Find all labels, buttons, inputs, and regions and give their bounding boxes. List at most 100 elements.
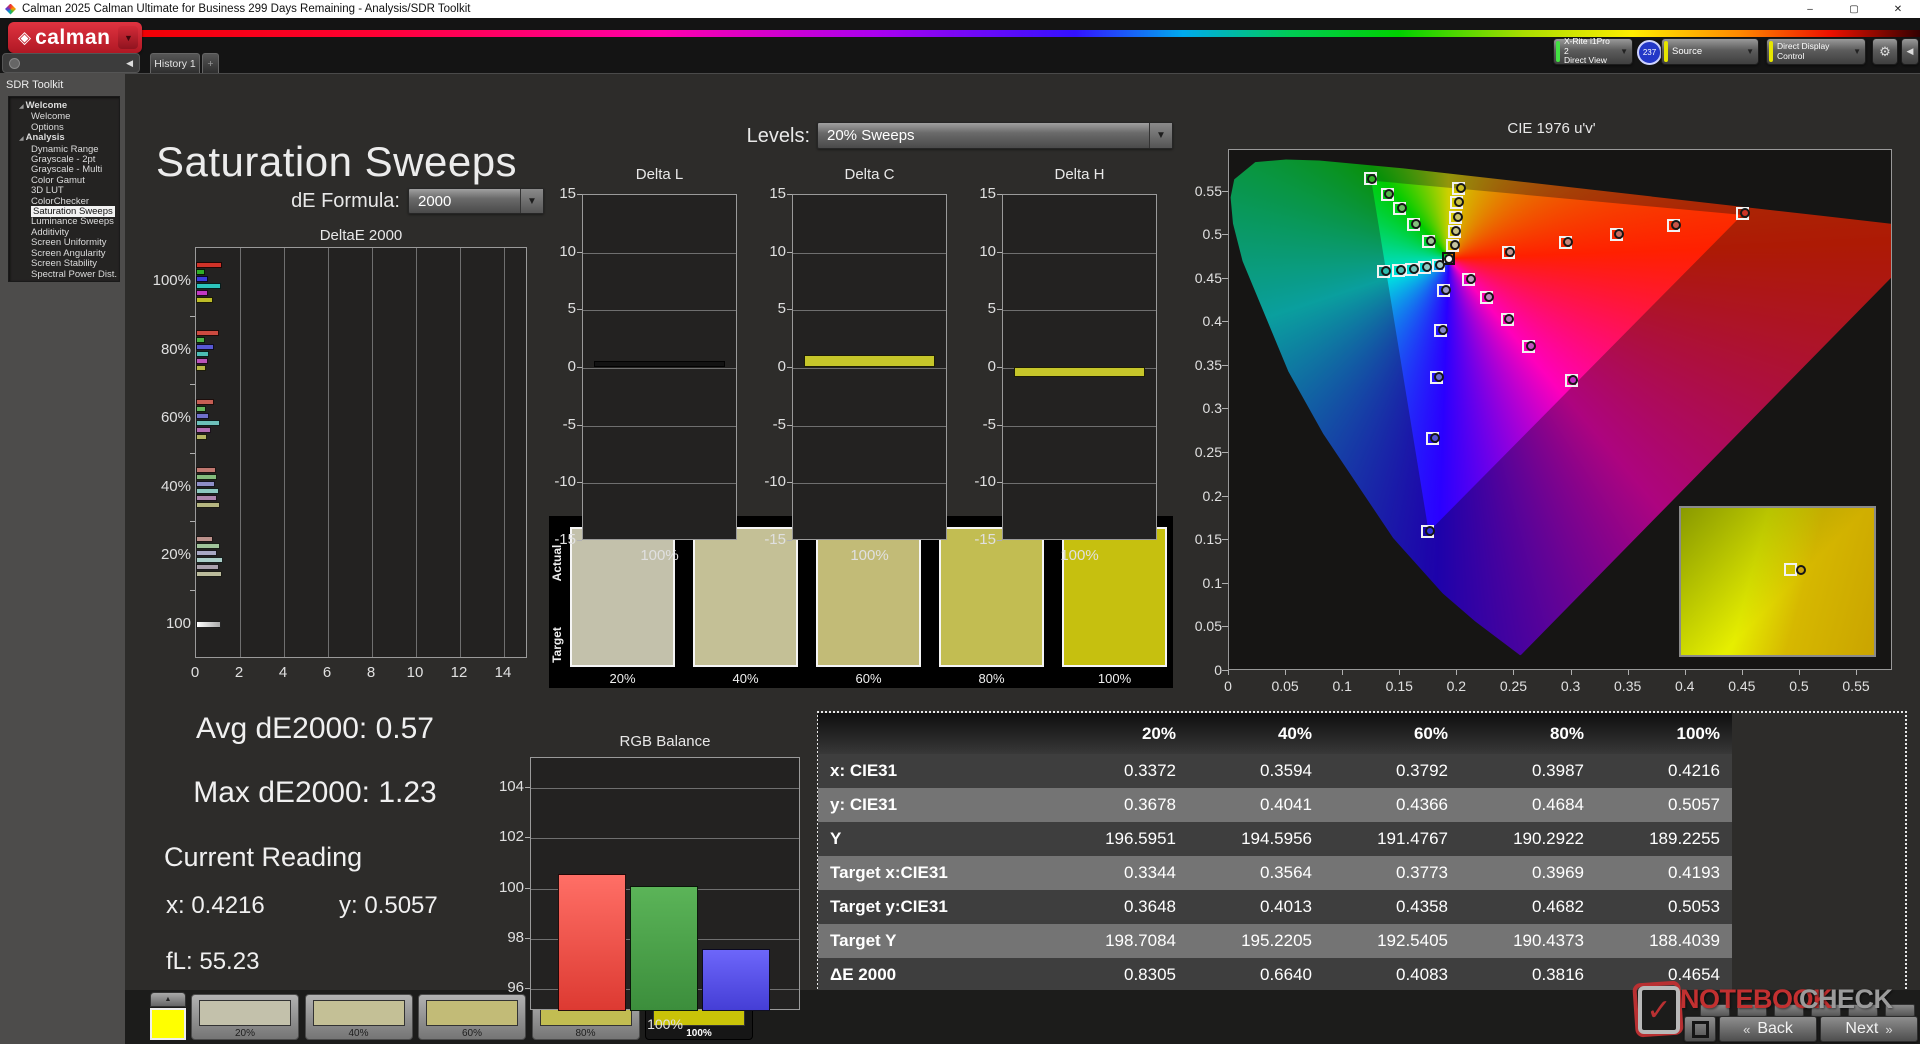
delta_l-title: Delta L: [635, 166, 684, 183]
cie-x-tick: 0.15: [1385, 678, 1413, 694]
add-tab-button[interactable]: +: [202, 53, 219, 73]
settings-button[interactable]: ⚙: [1872, 38, 1898, 65]
y-tick-label: 15: [769, 185, 786, 202]
sidebar-item-label: 3D LUT: [31, 185, 64, 197]
cell-value: 192.5405: [1377, 931, 1448, 950]
collapse-panel-button[interactable]: ◀: [1901, 38, 1919, 65]
cie-measure-red-4: [1671, 219, 1682, 230]
gridline: [583, 425, 736, 427]
table-row: Target x:CIE31 0.3344 0.3564 0.3773 0.3969 0.…: [818, 856, 1732, 890]
y-tick: [577, 251, 582, 253]
cell-value: 0.3372: [1124, 761, 1176, 780]
collapse-arrow-icon[interactable]: ◢: [19, 136, 24, 142]
cie-measure-magenta-1: [1465, 273, 1476, 284]
y-tick-label: -15: [764, 531, 786, 548]
cie-measure-yellow-5: [1455, 182, 1466, 193]
cie-y-tickmark: [1222, 234, 1228, 236]
cie-y-tickmark: [1222, 582, 1228, 584]
reading-y: y: 0.5057: [339, 892, 438, 919]
sidebar-item-label: Options: [31, 121, 64, 133]
deltae-bar-100%-2: [196, 275, 209, 282]
cie-y-tickmark: [1222, 321, 1228, 323]
swatch-label-20%: 20%: [609, 671, 636, 686]
swatch-label-60%: 60%: [855, 671, 882, 686]
y-tick: [577, 194, 582, 195]
cie-x-tick: 0.35: [1614, 678, 1642, 694]
cie-measure-magenta-2: [1483, 292, 1494, 303]
stop-button[interactable]: [1684, 1016, 1716, 1042]
cie-y-tick: 0.1: [1202, 574, 1222, 591]
layout-capsule[interactable]: ◀: [2, 53, 140, 73]
source-button[interactable]: Source ▼: [1661, 38, 1759, 65]
row-label: Target y:CIE31: [830, 897, 948, 916]
chevron-left-icon[interactable]: ◀: [126, 58, 133, 69]
sidebar-item-color-gamut[interactable]: Color Gamut: [9, 175, 119, 186]
deltae-bar-100%-5: [196, 296, 213, 303]
delta_l-bar: [594, 360, 725, 367]
cie-x-tickmark: [1798, 670, 1800, 675]
gridline: [531, 838, 799, 840]
next-button[interactable]: Next»: [1820, 1016, 1918, 1042]
gridline: [460, 248, 461, 657]
actual-row-label: Actual: [550, 544, 564, 582]
sidebar-item-welcome[interactable]: Welcome: [9, 112, 119, 122]
results-table: 20% 40% 60% 80% 100% x: CIE31 0.3372 0.3594 0.37…: [818, 713, 1732, 1026]
level-button-60%[interactable]: 60%: [418, 994, 526, 1040]
cie-x-tick: 0: [1224, 678, 1232, 694]
tab-history-1[interactable]: History 1: [150, 53, 200, 73]
y-tick: [787, 367, 792, 368]
meter-button[interactable]: X-Rite i1Pro 2 Direct View ▼: [1553, 37, 1633, 65]
collapse-arrow-icon[interactable]: ◢: [19, 104, 24, 110]
maximize-button[interactable]: ▢: [1832, 0, 1876, 18]
close-button[interactable]: ✕: [1876, 0, 1920, 18]
y-tick: [997, 367, 1002, 368]
cie-y-tickmark: [1222, 670, 1228, 671]
sidebar-item-label: Additivity: [31, 226, 70, 238]
reading-x: x: 0.4216: [166, 892, 265, 919]
cell-value: 195.2205: [1241, 931, 1312, 950]
y-tick: [997, 251, 1002, 253]
y-tick: [577, 309, 582, 311]
rgb-y-tick: 96: [507, 979, 524, 997]
meter-count-badge[interactable]: 237: [1637, 40, 1662, 65]
gridline: [583, 368, 736, 369]
display-control-button[interactable]: Direct Display Control ▼: [1766, 38, 1866, 65]
cell-value: 0.6640: [1260, 965, 1312, 984]
cie-x-tick: 0.1: [1332, 678, 1352, 694]
calman-logo-button[interactable]: ◈ calman ▼: [8, 22, 143, 53]
cell-value: 190.2922: [1513, 829, 1584, 848]
gridline: [583, 252, 736, 254]
cell-value: 0.3792: [1396, 761, 1448, 780]
sidebar-item-spectral-power-dist-[interactable]: Spectral Power Dist.: [9, 269, 119, 280]
y-tick-label: 10: [979, 242, 996, 260]
deltae-bar-80%-3: [196, 351, 210, 358]
level-button-40%[interactable]: 40%: [304, 994, 413, 1040]
back-button[interactable]: «Back: [1719, 1016, 1817, 1042]
deltae-bar-80%-5: [196, 365, 206, 372]
deltae-bar-20%-5: [196, 570, 223, 577]
cie-measure-yellow-1: [1449, 239, 1460, 250]
rgb-y-tickmark: [525, 887, 530, 889]
calman-menu-chevron-icon[interactable]: ▼: [118, 26, 139, 49]
current-color-swatch[interactable]: [150, 1008, 186, 1040]
minimize-button[interactable]: –: [1788, 0, 1832, 18]
table-row: Target Y 198.7084 195.2205 192.5405 190.4373…: [818, 924, 1732, 958]
rgb-y-tickmark: [525, 837, 530, 839]
de-formula-dropdown[interactable]: 2000 ▼: [408, 188, 544, 214]
cie-y-tickmark: [1222, 277, 1228, 279]
cell-value: 194.5956: [1241, 829, 1312, 848]
cell-value: 190.4373: [1513, 931, 1584, 950]
row-label: x: CIE31: [830, 761, 898, 780]
group-label: 100: [165, 614, 191, 632]
y-tick-label: -15: [554, 531, 576, 548]
inset-shade: [1681, 508, 1874, 655]
cie-x-tick: 0.25: [1499, 678, 1528, 694]
gridline: [793, 425, 946, 427]
expand-swatches-button[interactable]: ▲: [150, 992, 186, 1007]
gridline: [793, 368, 946, 369]
cell-value: 0.4013: [1260, 897, 1312, 916]
cie-x-tickmark: [1399, 670, 1401, 675]
levels-dropdown[interactable]: 20% Sweeps ▼: [817, 122, 1173, 149]
y-tick: [997, 309, 1002, 311]
level-button-20%[interactable]: 20%: [191, 994, 299, 1040]
